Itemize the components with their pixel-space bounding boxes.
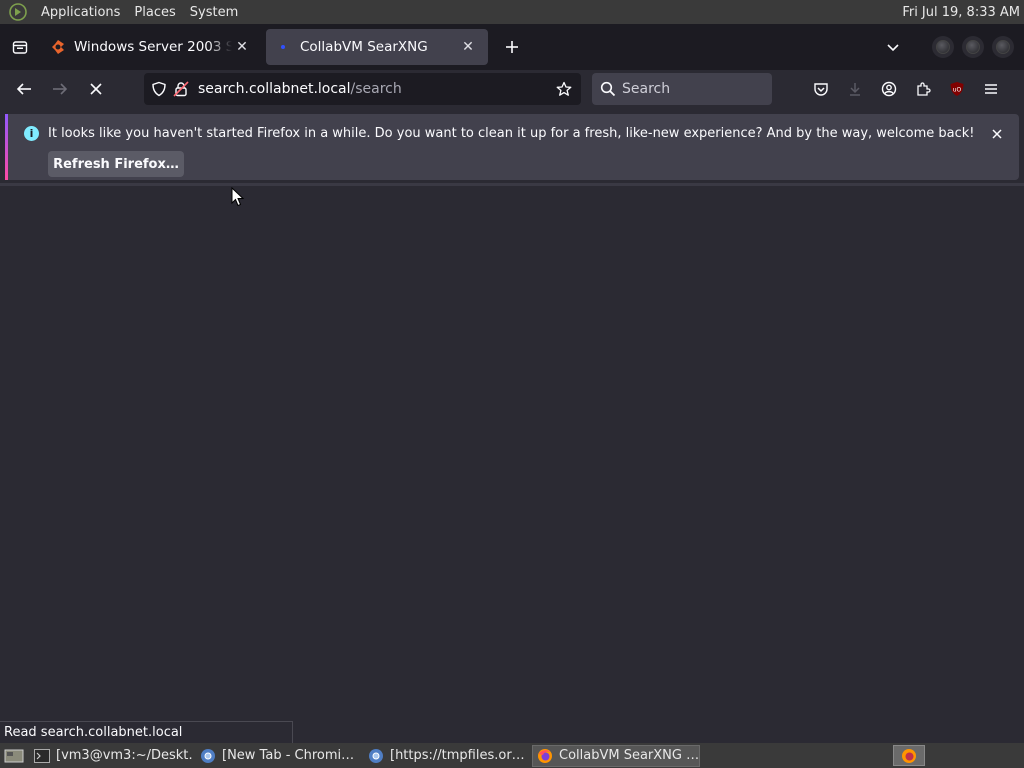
taskbar-item-firefox[interactable]: CollabVM SearXNG … xyxy=(532,744,700,767)
page-content[interactable] xyxy=(0,186,1024,742)
search-placeholder: Search xyxy=(622,81,671,97)
taskbar-item-terminal[interactable]: [vm3@vm3:~/Deskt… xyxy=(30,745,192,767)
applications-menu[interactable]: Applications xyxy=(34,5,127,20)
window-controls xyxy=(928,36,1018,58)
url-bar[interactable]: search.collabnet.local/search xyxy=(144,73,581,105)
puzzle-icon xyxy=(917,82,931,96)
list-all-tabs-button[interactable] xyxy=(876,29,910,65)
download-icon xyxy=(850,83,860,96)
mouse-pointer-icon xyxy=(231,187,245,207)
collabvm-icon xyxy=(50,39,66,55)
minimize-button[interactable] xyxy=(932,36,954,58)
task-label: [https://tmpfiles.or… xyxy=(390,748,525,763)
new-tab-button[interactable] xyxy=(492,29,532,65)
app-menu-button[interactable] xyxy=(976,74,1006,104)
forward-button[interactable] xyxy=(45,74,75,104)
firefox-view-button[interactable] xyxy=(0,24,40,70)
search-bar[interactable]: Search xyxy=(592,73,772,105)
insecure-lock-icon[interactable] xyxy=(170,78,192,100)
stop-button[interactable] xyxy=(81,74,111,104)
task-label: [New Tab - Chromi… xyxy=(222,748,355,763)
distro-logo-icon[interactable] xyxy=(8,2,28,22)
show-desktop-button[interactable] xyxy=(2,746,26,766)
close-tab-icon[interactable]: ✕ xyxy=(232,37,252,57)
nav-toolbar: search.collabnet.local/search Search uO xyxy=(0,70,1024,108)
terminal-icon xyxy=(34,748,50,764)
show-desktop-icon xyxy=(4,749,24,762)
workspace-switcher[interactable] xyxy=(893,745,925,766)
maximize-button[interactable] xyxy=(962,36,984,58)
bottom-taskbar: [vm3@vm3:~/Deskt… [New Tab - Chromi… [ht… xyxy=(0,743,1024,768)
back-button[interactable] xyxy=(9,74,39,104)
clock[interactable]: Fri Jul 19, 8:33 AM xyxy=(902,5,1020,20)
firefox-icon xyxy=(537,748,553,764)
tab-windows-server[interactable]: Windows Server 2003 SP2 x ✕ xyxy=(40,29,262,65)
info-icon: i xyxy=(24,126,39,141)
refresh-firefox-button[interactable]: Refresh Firefox… xyxy=(48,151,184,177)
account-icon xyxy=(881,81,897,97)
tab-title: Windows Server 2003 SP2 x xyxy=(74,39,232,55)
stop-icon xyxy=(90,83,102,95)
search-icon xyxy=(600,81,616,97)
tab-collabvm-searxng[interactable]: CollabVM SearXNG ✕ xyxy=(266,29,488,65)
task-label: CollabVM SearXNG … xyxy=(559,748,700,763)
account-button[interactable] xyxy=(874,74,904,104)
firefox-icon xyxy=(902,748,916,763)
tab-title: CollabVM SearXNG xyxy=(300,39,428,55)
task-label: [vm3@vm3:~/Deskt… xyxy=(56,748,192,763)
close-tab-icon[interactable]: ✕ xyxy=(458,37,478,57)
refresh-firefox-notification: i It looks like you haven't started Fire… xyxy=(5,114,1019,180)
arrow-left-icon xyxy=(16,83,31,95)
tab-strip: Windows Server 2003 SP2 x ✕ CollabVM Sea… xyxy=(0,24,1024,70)
downloads-button[interactable] xyxy=(840,74,870,104)
svg-text:uO: uO xyxy=(953,87,962,94)
arrow-right-icon xyxy=(53,83,68,95)
close-window-button[interactable] xyxy=(992,36,1014,58)
searxng-icon xyxy=(276,39,292,55)
status-panel: Read search.collabnet.local xyxy=(0,721,293,743)
ublock-origin-icon: uO xyxy=(950,82,964,96)
chromium-icon xyxy=(200,748,216,764)
pocket-button[interactable] xyxy=(806,74,836,104)
extensions-button[interactable] xyxy=(908,74,938,104)
url-path: /search xyxy=(350,81,402,97)
pocket-icon xyxy=(814,83,828,96)
shield-icon[interactable] xyxy=(148,78,170,100)
toolbar-right-buttons: uO xyxy=(804,74,1008,104)
places-menu[interactable]: Places xyxy=(127,5,182,20)
url-text[interactable]: search.collabnet.local/search xyxy=(198,81,553,97)
chevron-down-icon xyxy=(887,44,899,52)
chromium-icon xyxy=(368,748,384,764)
close-icon xyxy=(992,129,1002,139)
plus-icon xyxy=(506,41,518,53)
taskbar-item-chromium-tmpfiles[interactable]: [https://tmpfiles.or… xyxy=(364,745,528,767)
notification-message: It looks like you haven't started Firefo… xyxy=(48,126,975,141)
firefox-view-icon xyxy=(12,41,28,54)
system-menu[interactable]: System xyxy=(183,5,245,20)
url-host: search.collabnet.local xyxy=(198,81,351,97)
top-panel: Applications Places System Fri Jul 19, 8… xyxy=(0,0,1024,24)
hamburger-menu-icon xyxy=(985,84,997,94)
taskbar-item-chromium-newtab[interactable]: [New Tab - Chromi… xyxy=(196,745,360,767)
bookmark-star-icon[interactable] xyxy=(553,78,575,100)
ublock-origin-button[interactable]: uO xyxy=(942,74,972,104)
close-notification-button[interactable] xyxy=(987,124,1007,144)
